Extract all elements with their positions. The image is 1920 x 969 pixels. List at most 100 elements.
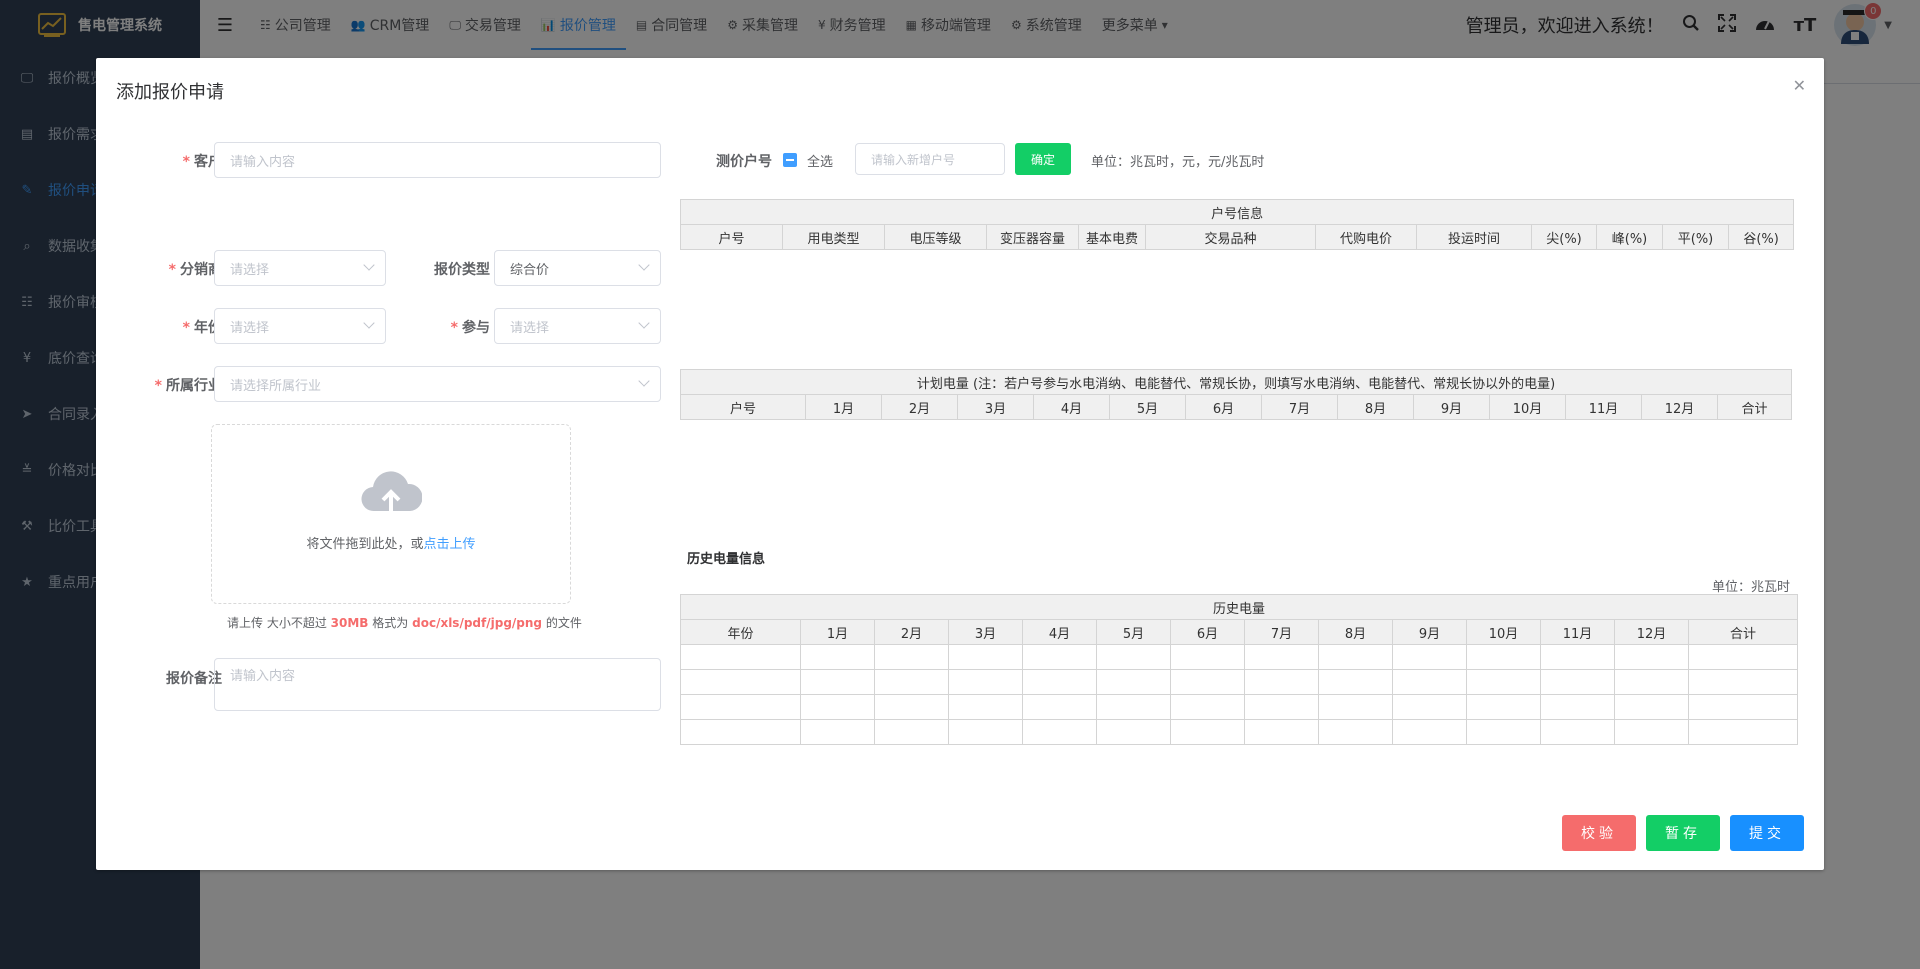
close-icon[interactable]: ✕ (1793, 76, 1806, 95)
table-cell[interactable] (874, 694, 949, 720)
table-cell[interactable] (1096, 719, 1171, 745)
confirm-button[interactable]: 确定 (1015, 143, 1071, 175)
table-cell[interactable] (1022, 719, 1097, 745)
table-cell[interactable] (800, 694, 875, 720)
table-cell[interactable] (1096, 694, 1171, 720)
column-header: 10月 (1466, 619, 1541, 645)
quote-type-select[interactable]: 综合价 (494, 250, 661, 286)
column-header: 3月 (957, 394, 1034, 420)
table-cell[interactable] (1614, 694, 1689, 720)
upload-link[interactable]: 点击上传 (424, 537, 476, 552)
column-header: 尖(%) (1531, 224, 1597, 250)
table-cell[interactable] (1687, 644, 1799, 670)
table-cell[interactable] (1022, 669, 1097, 695)
table-cell[interactable] (1096, 644, 1171, 670)
column-header: 代购电价 (1315, 224, 1417, 250)
year-select[interactable]: 请选择 (214, 308, 386, 344)
table-cell[interactable] (680, 644, 801, 670)
column-header: 年份 (680, 619, 801, 645)
column-header: 投运时间 (1416, 224, 1532, 250)
table-cell[interactable] (1096, 669, 1171, 695)
participate-select[interactable]: 请选择 (494, 308, 661, 344)
history-unit-text: 单位：兆瓦时 (1711, 580, 1790, 595)
upload-dropzone[interactable]: 将文件拖到此处，或点击上传 (211, 424, 571, 604)
table-cell[interactable] (1318, 669, 1393, 695)
table-cell[interactable] (680, 719, 801, 745)
remark-textarea[interactable]: 请输入内容 (214, 658, 661, 711)
table-cell[interactable] (1318, 719, 1393, 745)
table-cell[interactable] (948, 669, 1023, 695)
table-cell[interactable] (800, 644, 875, 670)
select-all-label[interactable]: 全选 (807, 151, 833, 170)
table-row (680, 669, 1799, 695)
verify-button[interactable]: 校验 (1562, 815, 1636, 851)
dialog-title: 添加报价申请 (116, 82, 224, 103)
table-cell[interactable] (1392, 644, 1467, 670)
table-cell[interactable] (1614, 669, 1689, 695)
table-row (680, 694, 1799, 720)
table-cell[interactable] (1392, 669, 1467, 695)
column-header: 基本电费 (1078, 224, 1146, 250)
table-cell[interactable] (948, 694, 1023, 720)
new-account-input[interactable]: 请输入新增户号 (855, 143, 1005, 175)
quote-type-label: 报价类型 (434, 262, 490, 278)
history-section-title: 历史电量信息 (687, 552, 766, 567)
history-electricity-table: 历史电量 年份 1月 2月 3月 4月 5月 6月 7月 8月 9月 10月 11月 12月 合计 (679, 594, 1799, 745)
table-cell[interactable] (1170, 694, 1245, 720)
table-cell[interactable] (1170, 644, 1245, 670)
select-all-checkbox[interactable] (783, 153, 797, 167)
distributor-select[interactable]: 请选择 (214, 250, 386, 286)
table-cell[interactable] (874, 644, 949, 670)
column-header: 1月 (805, 394, 882, 420)
table-cell[interactable] (1022, 644, 1097, 670)
year-label: * 年份 (182, 320, 222, 336)
table-cell[interactable] (1687, 719, 1799, 745)
table-cell[interactable] (1466, 719, 1541, 745)
table-cell[interactable] (948, 644, 1023, 670)
table-cell[interactable] (800, 669, 875, 695)
table-cell[interactable] (1244, 694, 1319, 720)
table-cell[interactable] (1687, 694, 1799, 720)
table-cell[interactable] (948, 719, 1023, 745)
table-cell[interactable] (1318, 644, 1393, 670)
table-cell[interactable] (1614, 644, 1689, 670)
column-header: 峰(%) (1596, 224, 1663, 250)
table-cell[interactable] (1540, 669, 1615, 695)
table-cell[interactable] (1614, 719, 1689, 745)
table-cell[interactable] (1170, 669, 1245, 695)
distributor-label: * 分销商 (168, 262, 222, 278)
column-header: 户号 (680, 224, 783, 250)
table-cell[interactable] (1392, 719, 1467, 745)
column-header: 用电类型 (782, 224, 885, 250)
table-cell[interactable] (874, 669, 949, 695)
table-cell[interactable] (1540, 694, 1615, 720)
industry-select[interactable]: 请选择所属行业 (214, 366, 661, 402)
account-unit-text: 单位：兆瓦时，元，元/兆瓦时 (1091, 155, 1265, 170)
table-cell[interactable] (1244, 669, 1319, 695)
history-table-caption: 历史电量 (679, 594, 1799, 620)
table-cell[interactable] (874, 719, 949, 745)
table-cell[interactable] (1244, 719, 1319, 745)
table-cell[interactable] (1392, 694, 1467, 720)
table-cell[interactable] (1170, 719, 1245, 745)
table-cell[interactable] (1244, 644, 1319, 670)
table-cell[interactable] (1022, 694, 1097, 720)
submit-button[interactable]: 提交 (1730, 815, 1804, 851)
table-cell[interactable] (1687, 669, 1799, 695)
column-header: 4月 (1033, 394, 1110, 420)
table-cell[interactable] (1540, 644, 1615, 670)
table-cell[interactable] (1466, 694, 1541, 720)
table-cell[interactable] (680, 694, 801, 720)
table-cell[interactable] (1466, 669, 1541, 695)
column-header: 交易品种 (1145, 224, 1316, 250)
column-header: 户号 (680, 394, 806, 420)
column-header: 合计 (1716, 394, 1793, 420)
table-cell[interactable] (1318, 694, 1393, 720)
table-cell[interactable] (1540, 719, 1615, 745)
table-cell[interactable] (1466, 644, 1541, 670)
table-cell[interactable] (800, 719, 875, 745)
column-header: 2月 (874, 619, 949, 645)
table-cell[interactable] (680, 669, 801, 695)
save-draft-button[interactable]: 暂存 (1646, 815, 1720, 851)
customer-input[interactable]: 请输入内容 (214, 142, 661, 178)
